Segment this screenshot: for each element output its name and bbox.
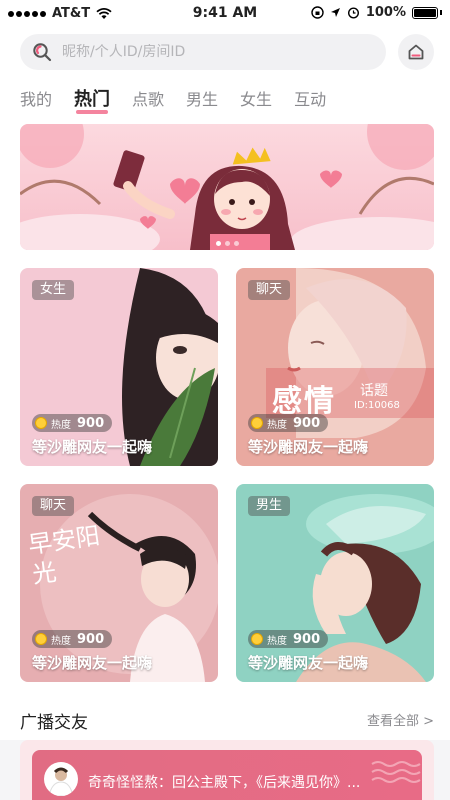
room-category-tag: 聊天 — [32, 496, 75, 516]
banner-illustration — [20, 124, 434, 250]
room-title: 等沙雕网友一起嗨 — [248, 438, 369, 456]
heat-value: 900 — [77, 631, 105, 647]
room-category-tag: 聊天 — [248, 280, 291, 300]
heat-coin-icon — [251, 633, 263, 645]
promo-banner[interactable] — [20, 124, 434, 250]
heat-value: 900 — [293, 415, 321, 431]
room-category-tag: 男生 — [248, 496, 291, 516]
search-icon — [33, 43, 52, 62]
broadcast-card[interactable]: 奇奇怪怪熬：回公主殿下，《后来遇见你》... — [20, 740, 434, 800]
heat-badge: 热度 900 — [32, 414, 113, 432]
heat-coin-icon — [35, 417, 47, 429]
room-card[interactable]: 男生 热度 900 等沙雕网友一起嗨 — [236, 484, 434, 682]
category-tabs: 我的 热门 点歌 男生 女生 互动 — [20, 86, 326, 116]
battery-icon — [412, 6, 438, 19]
tab-mine[interactable]: 我的 — [20, 86, 52, 116]
heat-badge: 热度 900 — [248, 414, 329, 432]
room-card[interactable]: 感情 话题 ID:10068 聊天 热度 900 等沙雕网友一起嗨 — [236, 268, 434, 466]
room-title: 等沙雕网友一起嗨 — [32, 438, 153, 456]
heat-value: 900 — [293, 631, 321, 647]
room-card[interactable]: 早安阳光 聊天 热度 900 等沙雕网友一起嗨 — [20, 484, 218, 682]
location-icon — [330, 8, 340, 17]
broadcast-message: 奇奇怪怪熬：回公主殿下，《后来遇见你》... — [88, 775, 361, 791]
tab-female[interactable]: 女生 — [240, 86, 272, 116]
heat-badge: 热度 900 — [248, 630, 329, 648]
overlay-subtitle: 话题 — [360, 383, 388, 399]
see-all-link[interactable]: 查看全部 > — [367, 710, 434, 729]
battery-label: 100% — [365, 5, 406, 20]
heat-coin-icon — [35, 633, 47, 645]
broadcast-header: 广播交友 查看全部 > — [0, 696, 450, 740]
banner-pagination — [20, 241, 434, 246]
active-tab-indicator — [76, 110, 109, 114]
overlay-id: ID:10068 — [354, 400, 400, 411]
tab-songs[interactable]: 点歌 — [132, 86, 164, 116]
room-title: 等沙雕网友一起嗨 — [32, 654, 153, 672]
search-bar[interactable] — [20, 34, 386, 70]
heat-badge: 热度 900 — [32, 630, 113, 648]
room-title: 等沙雕网友一起嗨 — [248, 654, 369, 672]
avatar — [44, 762, 78, 796]
alarm-icon — [347, 7, 359, 19]
status-bar: AT&T 9:41 AM 100% — [0, 0, 450, 28]
home-button[interactable] — [398, 34, 434, 70]
home-icon — [408, 44, 424, 60]
broadcast-message-box: 奇奇怪怪熬：回公主殿下，《后来遇见你》... — [32, 750, 422, 800]
rotation-lock-icon — [311, 6, 324, 19]
tab-male[interactable]: 男生 — [186, 86, 218, 116]
room-card[interactable]: 女生 热度 900 等沙雕网友一起嗨 — [20, 268, 218, 466]
section-title: 广播交友 — [20, 713, 88, 733]
room-category-tag: 女生 — [32, 280, 75, 300]
search-input[interactable] — [62, 44, 362, 60]
heat-value: 900 — [77, 415, 105, 431]
tab-interactive[interactable]: 互动 — [294, 86, 326, 116]
heat-coin-icon — [251, 417, 263, 429]
tab-hot[interactable]: 热门 — [74, 86, 110, 116]
overlay-title: 早安阳光 — [26, 521, 102, 589]
status-right: 100% — [311, 5, 442, 20]
